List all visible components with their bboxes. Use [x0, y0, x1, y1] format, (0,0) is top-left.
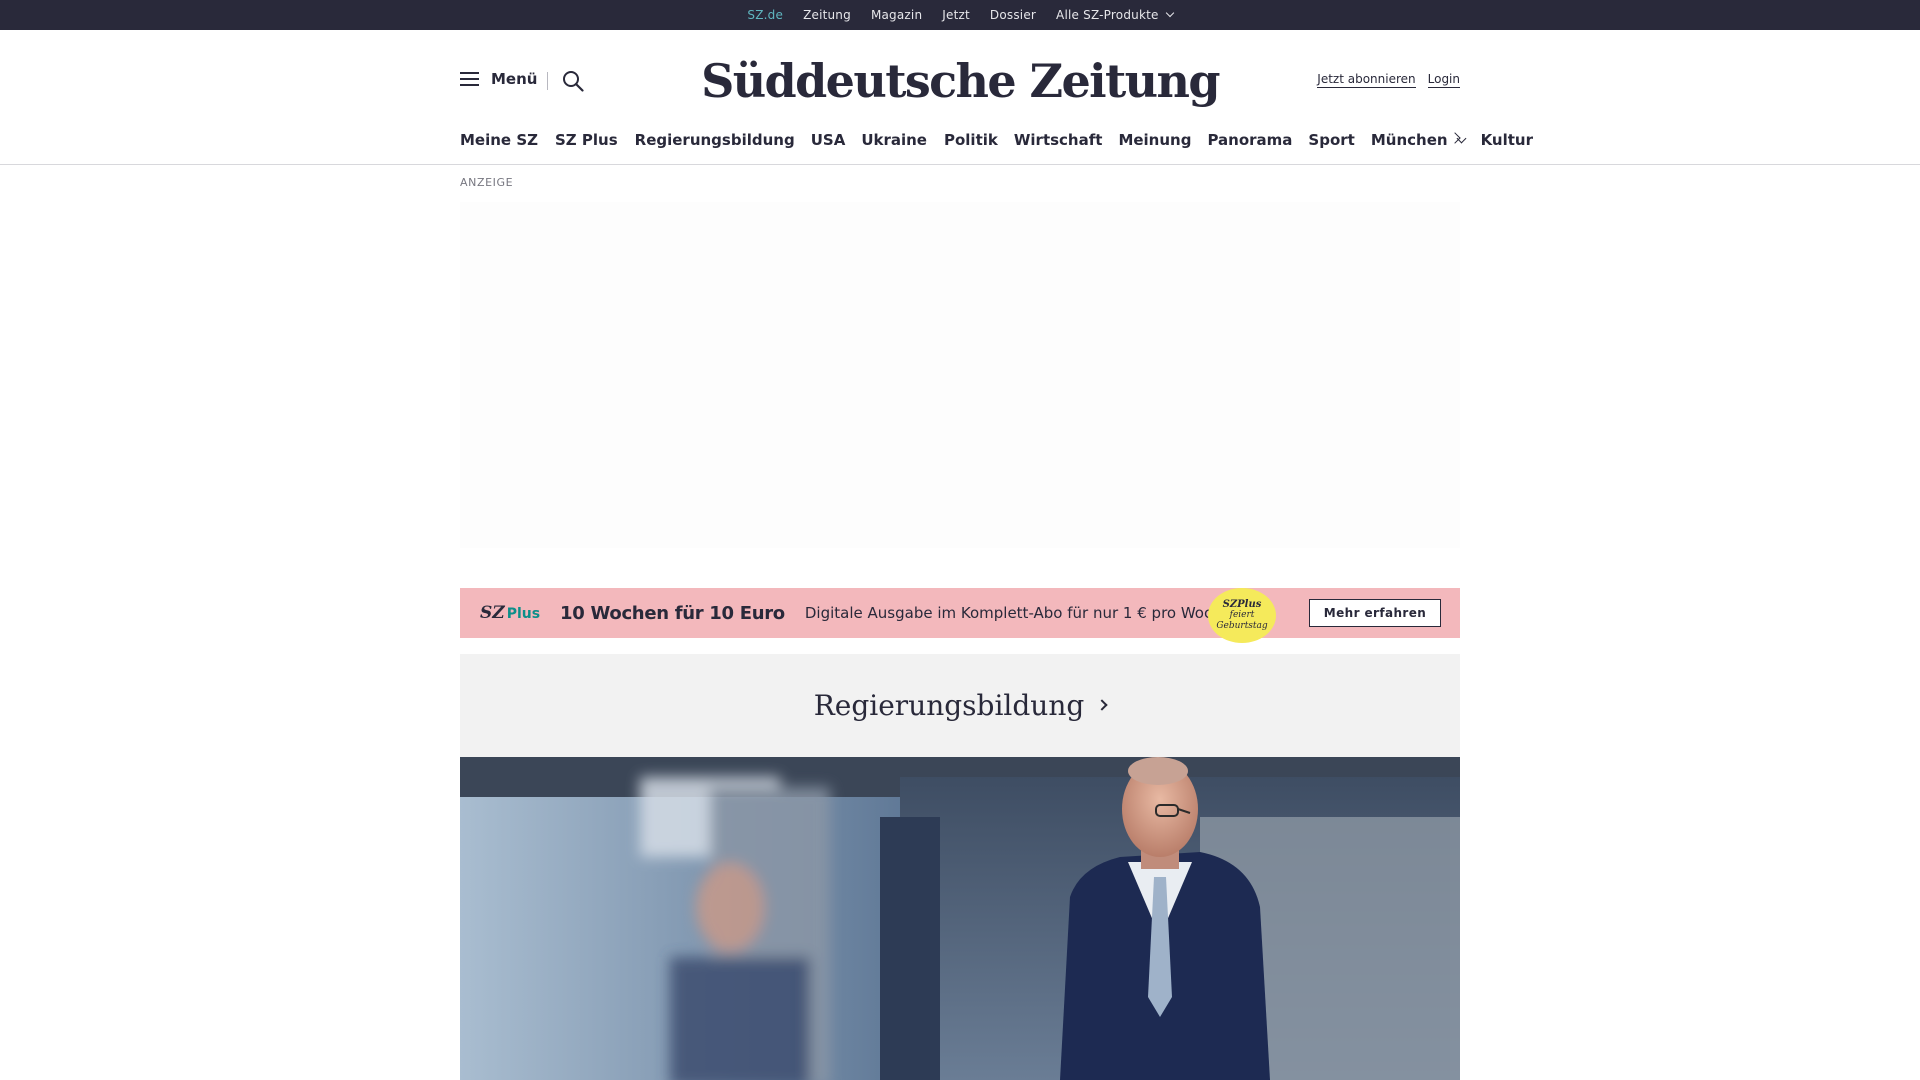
ad-slot: [460, 202, 1460, 548]
nav-item-muenchen-label: München: [1370, 131, 1448, 149]
birthday-badge: SZPlus feiert Geburtstag: [1208, 588, 1276, 643]
promo-text: Digitale Ausgabe im Komplett-Abo für nur…: [804, 604, 1236, 622]
dossier-header[interactable]: Regierungsbildung: [460, 654, 1460, 757]
nav-item-ukraine[interactable]: Ukraine: [861, 131, 927, 149]
nav-item-panorama[interactable]: Panorama: [1207, 131, 1292, 149]
site-logo[interactable]: Süddeutsche Zeitung: [701, 46, 1220, 116]
hamburger-icon: [460, 71, 479, 87]
nav-item-usa[interactable]: USA: [811, 131, 846, 149]
logo-text: Süddeutsche Zeitung: [701, 54, 1220, 108]
chevron-down-icon: [1165, 8, 1174, 18]
badge-line-2: feiert: [1229, 610, 1255, 620]
topbar-link-alle-produkte-label: Alle SZ-Produkte: [1056, 8, 1159, 22]
sz-plus-logo-brand: SZ: [480, 603, 505, 623]
sz-plus-logo-plus: Plus: [506, 606, 541, 622]
section-nav: Meine SZ SZ Plus Regierungsbildung USA U…: [460, 128, 1533, 152]
nav-item-meine-sz[interactable]: Meine SZ: [460, 131, 538, 149]
menu-button[interactable]: Menü: [460, 70, 537, 88]
promo-title: 10 Wochen für 10 Euro: [560, 602, 785, 624]
menu-label: Menü: [491, 70, 538, 88]
topbar-link-alle-produkte[interactable]: Alle SZ-Produkte: [1056, 8, 1174, 22]
top-product-bar: SZ.de Zeitung Magazin Jetzt Dossier Alle…: [0, 0, 1920, 33]
hero-photo-illustration: [460, 757, 1460, 1080]
nav-item-politik[interactable]: Politik: [944, 131, 998, 149]
ad-label: ANZEIGE: [460, 176, 514, 189]
site-header: Menü Süddeutsche Zeitung Jetzt abonniere…: [0, 30, 1920, 165]
nav-item-regierungsbildung[interactable]: Regierungsbildung: [635, 131, 795, 149]
search-icon[interactable]: [562, 70, 584, 92]
account-links: Jetzt abonnieren Login: [1317, 72, 1460, 88]
badge-line-3: Geburtstag: [1216, 621, 1268, 631]
topbar-link-zeitung[interactable]: Zeitung: [803, 8, 851, 22]
nav-item-sz-plus[interactable]: SZ Plus: [555, 131, 618, 149]
chevron-right-icon: [1096, 698, 1108, 711]
login-link[interactable]: Login: [1427, 72, 1460, 88]
topbar-link-jetzt[interactable]: Jetzt: [942, 8, 970, 22]
topbar-link-magazin[interactable]: Magazin: [871, 8, 922, 22]
topbar-link-dossier[interactable]: Dossier: [990, 8, 1036, 22]
sz-plus-promo-banner[interactable]: SZ Plus 10 Wochen für 10 Euro Digitale Au…: [460, 588, 1460, 643]
badge-brand: SZPlus: [1222, 599, 1262, 610]
header-divider: [547, 72, 548, 90]
mehr-erfahren-button[interactable]: Mehr erfahren: [1309, 599, 1441, 627]
dossier-title: Regierungsbildung: [813, 689, 1085, 722]
nav-item-sport[interactable]: Sport: [1308, 131, 1354, 149]
nav-item-wirtschaft[interactable]: Wirtschaft: [1014, 131, 1103, 149]
hero-image[interactable]: [460, 757, 1460, 1080]
sz-plus-logo: SZ Plus: [480, 603, 540, 623]
topbar-link-szde[interactable]: SZ.de: [747, 8, 783, 33]
nav-item-meinung[interactable]: Meinung: [1118, 131, 1191, 149]
nav-item-kultur[interactable]: Kultur: [1481, 131, 1533, 149]
subscribe-link[interactable]: Jetzt abonnieren: [1317, 72, 1416, 88]
